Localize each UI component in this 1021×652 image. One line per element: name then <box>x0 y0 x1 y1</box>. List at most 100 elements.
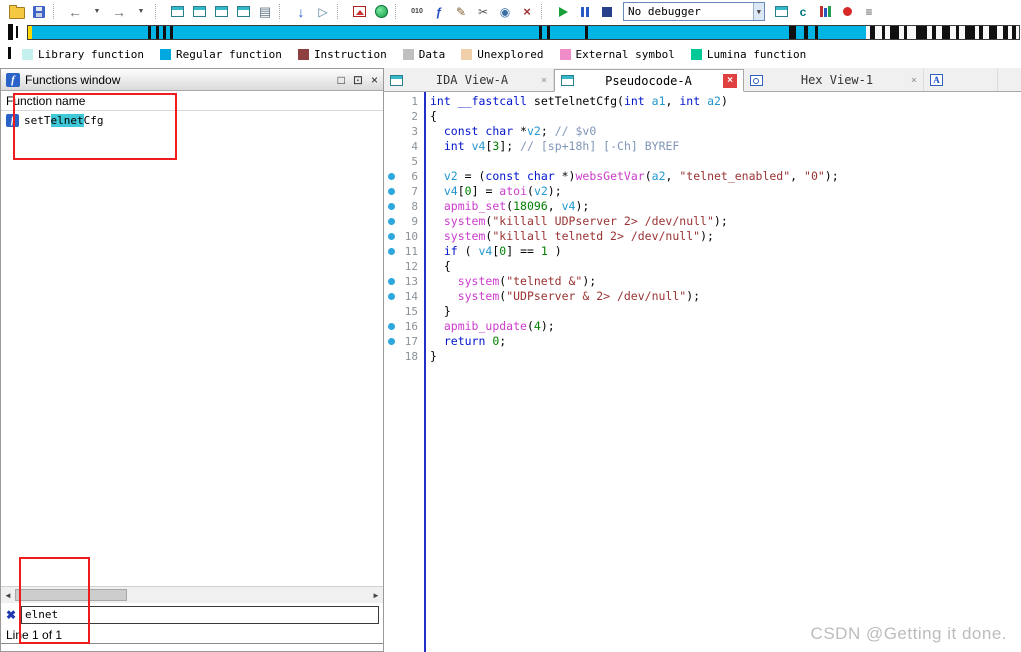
attach-process-icon[interactable] <box>770 2 792 22</box>
attach-process-icon-glyph <box>774 6 788 17</box>
functions-window-icon: f <box>6 72 20 87</box>
code-text: return 0; <box>443 334 507 348</box>
run-plugin-icon[interactable]: ▷ <box>312 2 334 22</box>
run-to-cursor-icon[interactable]: c <box>792 2 814 22</box>
code-text: v2 = (const char *)websGetVar(a2, "telne… <box>443 169 839 183</box>
navigation-band[interactable] <box>27 25 1020 40</box>
code-line[interactable]: 7 v4[0] = atoi(v2); <box>384 184 1021 199</box>
code-line[interactable]: 3 const char *v2; // $v0 <box>384 124 1021 139</box>
navband-segment <box>965 26 976 39</box>
float-window-icon[interactable]: ⊡ <box>353 74 363 86</box>
code-line[interactable]: 9 system("killall UDPserver 2> /dev/null… <box>384 214 1021 229</box>
save-file-icon[interactable] <box>28 2 50 22</box>
restore-window-icon[interactable]: □ <box>338 74 345 86</box>
function-search-input[interactable] <box>21 605 379 624</box>
back-history-dropdown-icon[interactable]: ▼ <box>86 2 108 22</box>
code-text: system("UDPserver & 2> /dev/null"); <box>457 289 701 303</box>
navband-segment <box>955 26 960 39</box>
print-icon[interactable]: ▤ <box>254 2 276 22</box>
code-line[interactable]: 4 int v4[3]; // [sp+18h] [-Ch] BYREF <box>384 139 1021 154</box>
code-line[interactable]: 6 v2 = (const char *)websGetVar(a2, "tel… <box>384 169 1021 184</box>
toolbar-separator <box>337 4 345 19</box>
legend-item: Data <box>402 48 445 61</box>
code-line[interactable]: 2{ <box>384 109 1021 124</box>
function-name-column-header[interactable]: Function name <box>1 91 383 111</box>
column-header-label: Function name <box>6 93 86 108</box>
navband-segment <box>814 26 818 39</box>
flow-chart-icon[interactable] <box>348 2 370 22</box>
breakpoint-icon[interactable] <box>836 2 858 22</box>
line-marker <box>384 323 398 330</box>
debugger-options-icon[interactable]: ≡ <box>858 2 880 22</box>
open-enums-icon[interactable] <box>232 2 254 22</box>
create-function-icon[interactable]: ƒ <box>428 2 450 22</box>
code-line[interactable]: 5 <box>384 154 1021 169</box>
tab-strings[interactable]: A <box>924 69 998 91</box>
line-marker <box>384 293 398 300</box>
toolbar-drag-handle[interactable] <box>8 24 13 40</box>
snapshot-icon[interactable]: ◉ <box>494 2 516 22</box>
code-line[interactable]: 11 if ( v4[0] == 1 ) <box>384 244 1021 259</box>
start-process-icon[interactable] <box>552 2 574 22</box>
open-libraries-icon[interactable] <box>814 2 836 22</box>
cut-patch-icon-glyph: ✂ <box>477 4 489 19</box>
code-line[interactable]: 13 system("telnetd &"); <box>384 274 1021 289</box>
navigate-back-icon-glyph: ← <box>68 3 82 20</box>
code-line[interactable]: 10 system("killall telnetd 2> /dev/null"… <box>384 229 1021 244</box>
tab-hex-view-1[interactable]: Hex View-1 × <box>744 69 924 91</box>
open-hex-view-icon[interactable] <box>188 2 210 22</box>
line-marker <box>384 173 398 180</box>
cut-patch-icon[interactable]: ✂ <box>472 2 494 22</box>
navigate-forward-icon[interactable]: → <box>108 2 130 22</box>
legend-drag-handle[interactable] <box>8 47 11 59</box>
scroll-left-icon[interactable]: ◄ <box>1 591 15 600</box>
tab-ida-view-a[interactable]: IDA View-A × <box>384 69 554 91</box>
edit-comment-icon[interactable]: ✎ <box>450 2 472 22</box>
horizontal-scrollbar[interactable]: ◄ ► <box>1 586 383 603</box>
view-tab-bar: IDA View-A × Pseudocode-A × Hex View-1 × A <box>384 68 1021 92</box>
tab-pseudocode-a[interactable]: Pseudocode-A × <box>554 69 744 92</box>
tab-menu-icon[interactable]: × <box>541 75 547 86</box>
code-line[interactable]: 16 apmib_update(4); <box>384 319 1021 334</box>
stop-process-icon[interactable] <box>596 2 618 22</box>
navigate-back-icon[interactable]: ← <box>64 2 86 22</box>
toolbar-drag-handle[interactable] <box>16 26 18 38</box>
pause-process-icon[interactable] <box>574 2 596 22</box>
debugger-options-icon-glyph: ≡ <box>865 4 873 19</box>
code-line[interactable]: 8 apmib_set(18096, v4); <box>384 199 1021 214</box>
flow-chart-icon-glyph <box>352 6 366 17</box>
code-line[interactable]: 15 } <box>384 304 1021 319</box>
run-plugin-icon-glyph: ▷ <box>318 4 328 19</box>
scroll-right-icon[interactable]: ► <box>369 591 383 600</box>
function-list-item[interactable]: f setTelnetCfg <box>1 111 383 129</box>
navband-segment <box>147 26 152 39</box>
close-tab-icon[interactable]: × <box>723 73 737 88</box>
clear-search-icon[interactable]: ✖ <box>3 608 19 622</box>
open-structures-icon[interactable] <box>210 2 232 22</box>
open-file-icon[interactable] <box>6 2 28 22</box>
panel-bottom-strip <box>1 643 383 651</box>
function-list: f setTelnetCfg <box>1 111 383 586</box>
binary-data-icon-glyph: 010 <box>411 8 423 15</box>
tab-menu-icon[interactable]: × <box>911 75 917 86</box>
line-number: 3 <box>411 125 418 138</box>
close-window-icon[interactable]: × <box>371 74 378 86</box>
line-number: 18 <box>404 350 418 363</box>
toolbar-separator <box>395 4 403 19</box>
lumina-icon[interactable] <box>370 2 392 22</box>
jump-address-icon[interactable]: ↓ <box>290 2 312 22</box>
delete-function-icon[interactable]: × <box>516 2 538 22</box>
code-line[interactable]: 17 return 0; <box>384 334 1021 349</box>
code-line[interactable]: 1 int __fastcall setTelnetCfg(int a1, int… <box>384 94 1021 109</box>
code-line[interactable]: 12 { <box>384 259 1021 274</box>
code-line[interactable]: 14 system("UDPserver & 2> /dev/null"); <box>384 289 1021 304</box>
scrollbar-thumb[interactable] <box>15 589 127 601</box>
forward-history-dropdown-icon[interactable]: ▼ <box>130 2 152 22</box>
binary-data-icon[interactable]: 010 <box>406 2 428 22</box>
code-line[interactable]: 18} <box>384 349 1021 364</box>
debugger-selector[interactable]: No debugger ▼ <box>623 2 765 21</box>
legend-swatch <box>297 48 309 60</box>
legend-item: Unexplored <box>461 48 544 61</box>
open-ida-view-icon[interactable] <box>166 2 188 22</box>
address-dot-icon <box>387 233 395 240</box>
